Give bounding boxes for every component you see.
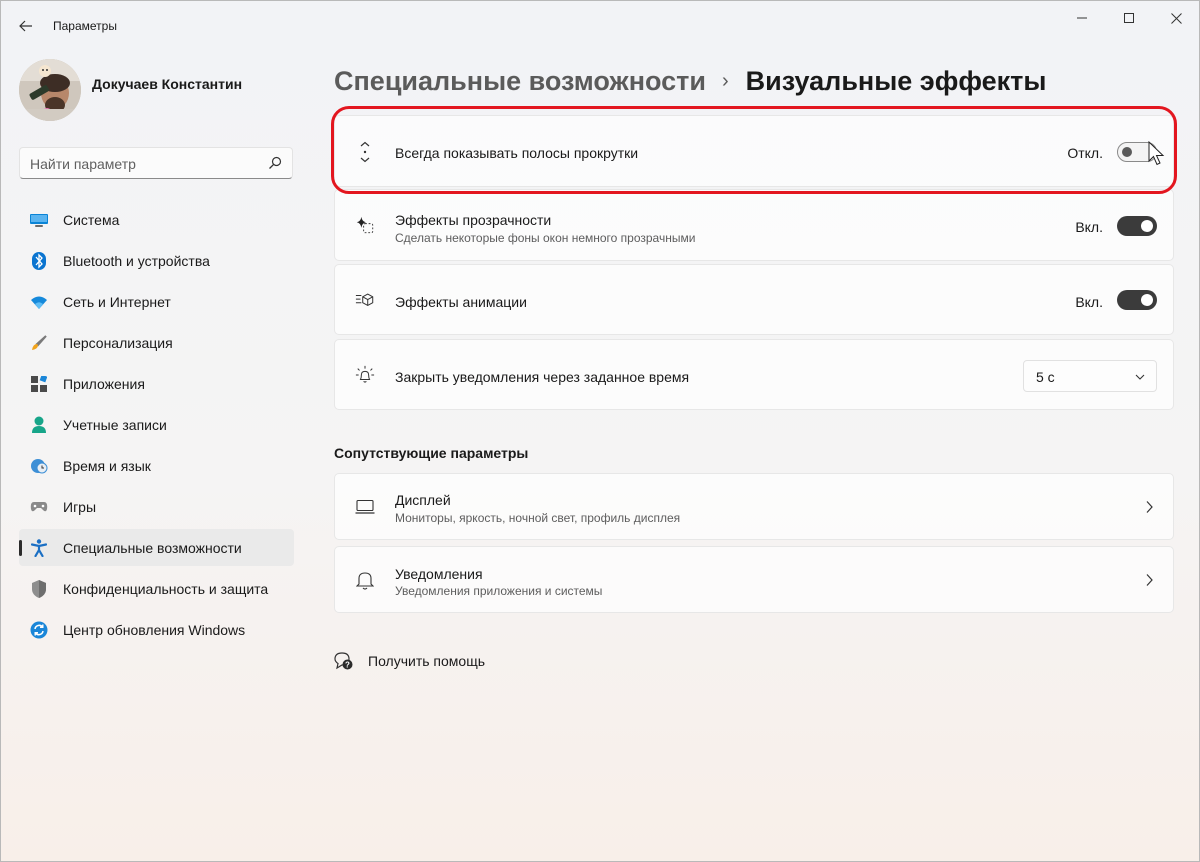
sidebar-item-windows-update[interactable]: Центр обновления Windows (19, 611, 294, 648)
sidebar-item-label: Персонализация (63, 335, 173, 351)
sidebar-item-privacy[interactable]: Конфиденциальность и защита (19, 570, 294, 607)
setting-card-transparency: Эффекты прозрачности Сделать некоторые ф… (334, 189, 1174, 261)
chevron-down-icon (1135, 374, 1145, 380)
monitor-icon (355, 497, 375, 517)
sidebar-item-label: Учетные записи (63, 417, 167, 433)
close-button[interactable] (1153, 1, 1199, 35)
svg-text:?: ? (345, 661, 350, 670)
clock-globe-icon (30, 457, 48, 475)
chevron-right-icon (1146, 501, 1153, 513)
sidebar-item-bluetooth[interactable]: Bluetooth и устройства (19, 242, 294, 279)
sidebar-item-label: Специальные возможности (63, 540, 242, 556)
toggle-state-label: Вкл. (1075, 294, 1103, 310)
dropdown-selected-value: 5 с (1036, 369, 1055, 385)
sidebar-item-label: Время и язык (63, 458, 151, 474)
sidebar-item-label: Конфиденциальность и защита (63, 581, 269, 597)
breadcrumb-separator: › (721, 69, 729, 92)
maximize-button[interactable] (1106, 1, 1152, 35)
setting-subtitle: Сделать некоторые фоны окон немного проз… (395, 231, 696, 245)
breadcrumb-parent-link[interactable]: Специальные возможности (334, 66, 706, 97)
user-profile[interactable]: Докучаев Константин (19, 59, 299, 123)
sidebar-item-label: Система (63, 212, 120, 228)
scrollbars-toggle[interactable] (1117, 142, 1157, 162)
sidebar-item-system[interactable]: Система (19, 201, 294, 238)
app-title: Параметры (53, 19, 117, 33)
avatar[interactable] (19, 59, 81, 121)
help-chat-icon: ? (334, 652, 353, 670)
settings-window: Параметры Докучаев Константин Найти пара… (0, 0, 1200, 862)
transparency-sparkle-icon (355, 215, 375, 235)
brush-icon (30, 334, 48, 352)
setting-card-notification-timeout: Закрыть уведомления через заданное время… (334, 339, 1174, 410)
gamepad-icon (30, 498, 48, 516)
search-input[interactable] (30, 154, 260, 174)
apps-icon (30, 375, 48, 393)
sidebar-item-network[interactable]: Сеть и Интернет (19, 283, 294, 320)
title-bar: Параметры (1, 1, 1199, 49)
scrollbar-arrows-icon (355, 141, 375, 163)
system-icon (30, 211, 48, 229)
sidebar-item-label: Приложения (63, 376, 145, 392)
maximize-icon (1124, 13, 1134, 23)
transparency-toggle[interactable] (1117, 216, 1157, 236)
bluetooth-icon (30, 252, 48, 270)
sidebar-item-accounts[interactable]: Учетные записи (19, 406, 294, 443)
get-help-label: Получить помощь (368, 653, 486, 669)
get-help-link[interactable]: ? Получить помощь (334, 649, 485, 673)
related-item-subtitle: Уведомления приложения и системы (395, 584, 603, 598)
setting-title: Всегда показывать полосы прокрутки (395, 145, 639, 161)
setting-title: Эффекты анимации (395, 294, 527, 310)
close-icon (1170, 12, 1182, 24)
setting-card-animation: Эффекты анимации Вкл. (334, 264, 1174, 335)
related-item-notifications[interactable]: Уведомления Уведомления приложения и сис… (334, 546, 1174, 613)
shield-icon (30, 580, 48, 598)
avatar-image (19, 59, 81, 121)
update-icon (30, 621, 48, 639)
sidebar-item-gaming[interactable]: Игры (19, 488, 294, 525)
bell-icon (355, 570, 375, 590)
user-name: Докучаев Константин (92, 76, 243, 92)
person-icon (30, 416, 48, 434)
setting-title: Эффекты прозрачности (395, 212, 552, 228)
setting-title: Закрыть уведомления через заданное время (395, 369, 690, 385)
related-settings-heading: Сопутствующие параметры (334, 445, 529, 461)
related-item-title: Дисплей (395, 492, 451, 508)
wifi-icon (30, 293, 48, 311)
notification-timer-icon (355, 365, 375, 385)
search-icon (269, 156, 282, 169)
breadcrumb: Специальные возможности › Визуальные эфф… (334, 63, 1046, 99)
minimize-button[interactable] (1059, 1, 1105, 35)
search-box[interactable] (19, 147, 293, 179)
animation-toggle[interactable] (1117, 290, 1157, 310)
animation-icon (355, 290, 375, 310)
minimize-icon (1077, 17, 1087, 19)
setting-card-scrollbars: Всегда показывать полосы прокрутки Откл. (334, 115, 1174, 187)
back-button[interactable] (11, 11, 41, 41)
sidebar-item-personalization[interactable]: Персонализация (19, 324, 294, 361)
sidebar-nav: Система Bluetooth и устройства Сеть и Ин… (19, 201, 294, 652)
sidebar-item-label: Bluetooth и устройства (63, 253, 210, 269)
sidebar-item-label: Игры (63, 499, 97, 515)
toggle-state-label: Откл. (1067, 145, 1103, 161)
related-item-display[interactable]: Дисплей Мониторы, яркость, ночной свет, … (334, 473, 1174, 540)
chevron-right-icon (1146, 574, 1153, 586)
related-item-title: Уведомления (395, 566, 483, 582)
arrow-left-icon (19, 20, 32, 32)
sidebar-item-time-language[interactable]: Время и язык (19, 447, 294, 484)
sidebar-item-accessibility[interactable]: Специальные возможности (19, 529, 294, 566)
accessibility-icon (30, 539, 48, 557)
notification-timeout-dropdown[interactable]: 5 с (1023, 360, 1157, 392)
sidebar-item-apps[interactable]: Приложения (19, 365, 294, 402)
related-item-subtitle: Мониторы, яркость, ночной свет, профиль … (395, 511, 681, 525)
sidebar-item-label: Центр обновления Windows (63, 622, 246, 638)
toggle-state-label: Вкл. (1075, 219, 1103, 235)
page-title: Визуальные эффекты (745, 65, 1047, 96)
sidebar-item-label: Сеть и Интернет (63, 294, 171, 310)
